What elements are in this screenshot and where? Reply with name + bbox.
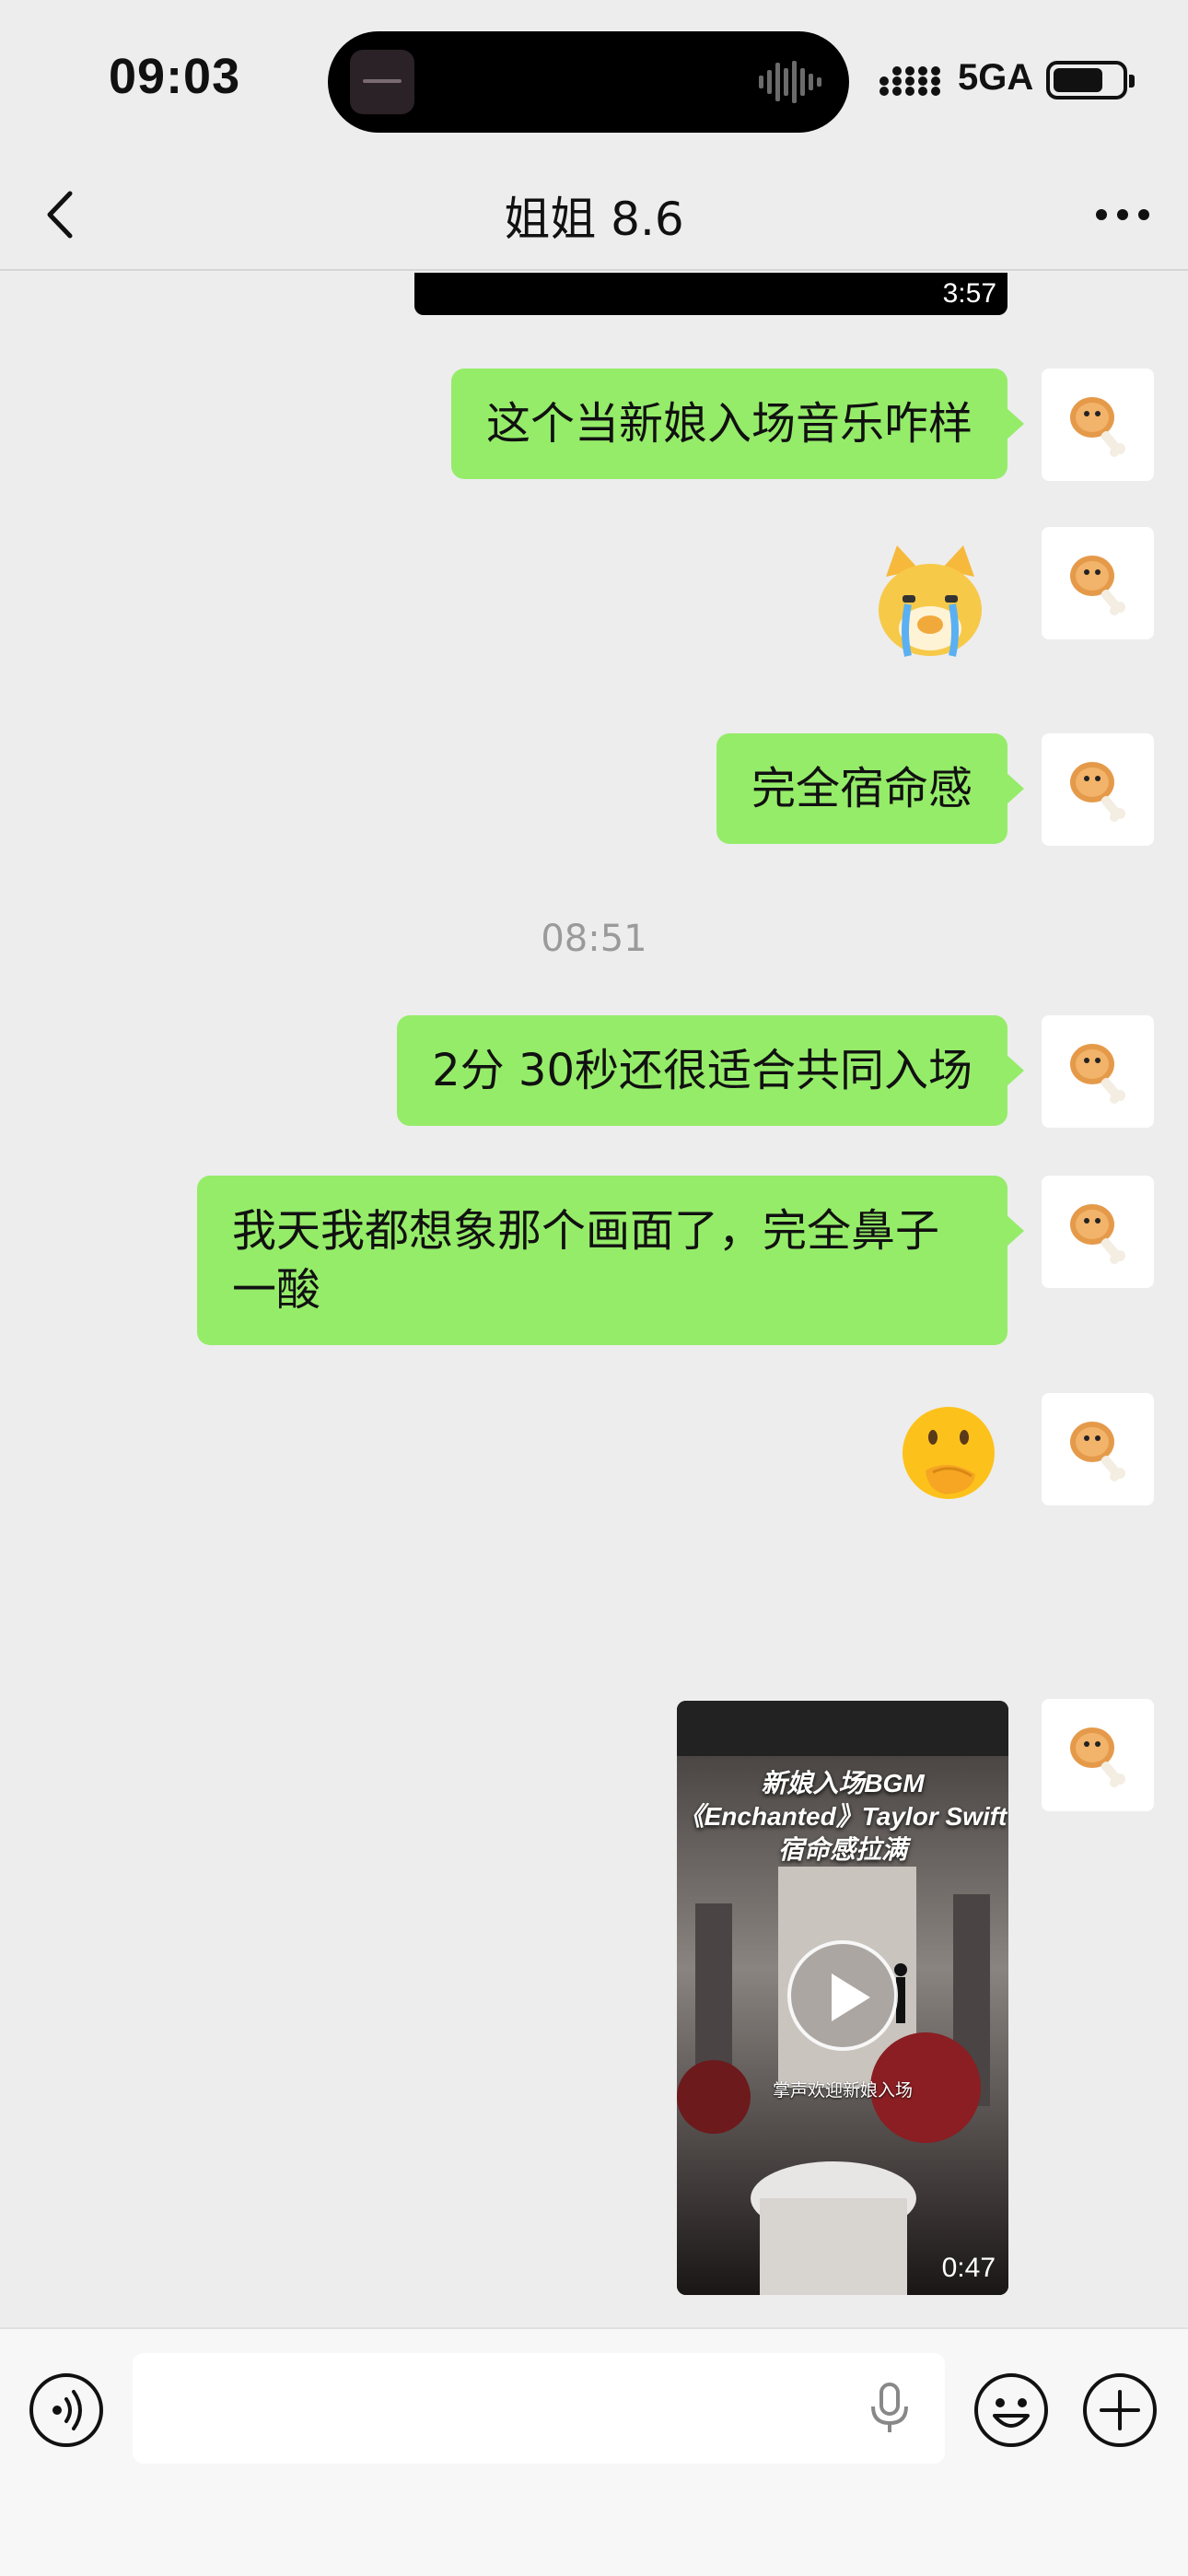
video-title-line: 宿命感拉满 xyxy=(777,1835,907,1864)
message-timestamp: 08:51 xyxy=(541,918,647,960)
status-bar: 09:03 5GA xyxy=(0,0,1188,157)
previous-video-message[interactable]: 3:57 xyxy=(414,273,1007,315)
video-overlay-title: 新娘入场BGM 《Enchanted》Taylor Swift 宿命感拉满 xyxy=(677,1767,1008,1867)
dynamic-island[interactable] xyxy=(328,31,849,133)
message-input[interactable] xyxy=(133,2353,945,2464)
drumstick-avatar-icon[interactable] xyxy=(1042,1699,1154,1811)
album-art-icon xyxy=(350,50,414,114)
battery-icon xyxy=(1046,61,1135,100)
video-title-line: 《Enchanted》Taylor Swift xyxy=(678,1802,1007,1831)
more-icon[interactable] xyxy=(1090,192,1155,238)
signal-icon xyxy=(879,66,940,96)
drumstick-avatar-icon[interactable] xyxy=(1042,527,1154,639)
video-message[interactable]: 新娘入场BGM 《Enchanted》Taylor Swift 宿命感拉满 掌声… xyxy=(677,1701,1008,2295)
drumstick-avatar-icon[interactable] xyxy=(1042,1393,1154,1505)
crying-cat-sticker[interactable] xyxy=(866,540,995,669)
message-bubble[interactable]: 我天我都想象那个画面了，完全鼻子一酸 xyxy=(197,1176,1024,1345)
drumstick-avatar-icon[interactable] xyxy=(1042,1015,1154,1128)
plus-icon[interactable] xyxy=(1081,2371,1159,2449)
video-duration: 0:47 xyxy=(941,2253,996,2283)
drumstick-avatar-icon[interactable] xyxy=(1042,733,1154,846)
network-type: 5GA xyxy=(958,57,1034,98)
chat-title: 姐姐 8.6 xyxy=(504,193,684,246)
chat-header: 姐姐 8.6 xyxy=(0,157,1188,271)
message-bubble[interactable]: 完全宿命感 xyxy=(716,733,1025,844)
microphone-icon[interactable] xyxy=(869,2383,910,2434)
video-caption: 掌声欢迎新娘入场 xyxy=(772,2080,913,2101)
video-title-line: 新娘入场BGM xyxy=(761,1769,925,1797)
message-bubble[interactable]: 2分 30秒还很适合共同入场 xyxy=(397,1015,1024,1126)
play-icon[interactable] xyxy=(787,1940,898,2051)
audio-wave-icon xyxy=(759,61,821,103)
battery-level xyxy=(1054,68,1103,92)
message-bubble[interactable]: 这个当新娘入场音乐咋样 xyxy=(450,369,1025,479)
hand-over-mouth-emoji[interactable] xyxy=(898,1402,999,1504)
drumstick-avatar-icon[interactable] xyxy=(1042,1176,1154,1288)
drumstick-avatar-icon[interactable] xyxy=(1042,369,1154,481)
voice-icon[interactable] xyxy=(28,2371,105,2449)
input-bar xyxy=(0,2327,1188,2576)
video-duration: 3:57 xyxy=(942,278,996,309)
emoji-icon[interactable] xyxy=(973,2371,1050,2449)
message-list[interactable]: 3:57 这个当新娘入场音乐咋样 完全宿命感 08:51 2分 30秒还很适合共… xyxy=(0,273,1188,2327)
status-time: 09:03 xyxy=(109,49,241,104)
